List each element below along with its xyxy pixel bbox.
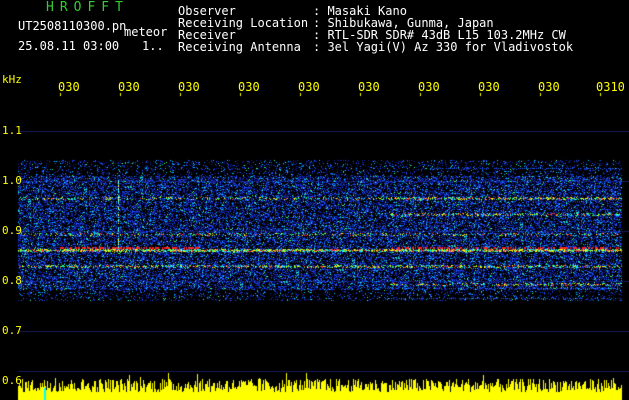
- file-name: UT2508110300.pn: [18, 19, 127, 33]
- meteor-label: meteor: [124, 25, 168, 39]
- time-tick-4: 030: [238, 80, 260, 94]
- antenna-value: : 3el Yagi(V) Az 330 for Vladivostok: [313, 40, 574, 54]
- time-tick-5: 030: [298, 80, 320, 94]
- time-tick-9: 030: [538, 80, 560, 94]
- time-tick-1: 030: [58, 80, 80, 94]
- unit-label: kHz: [2, 73, 22, 86]
- time-tick-8: 030: [478, 80, 500, 94]
- antenna-label: Receiving Antenna: [178, 40, 301, 54]
- time-tick-7: 030: [418, 80, 440, 94]
- brand-title: HROFFT: [46, 0, 129, 15]
- y-label-5: 0.7: [2, 324, 22, 337]
- time-tick-3: 030: [178, 80, 200, 94]
- y-label-4: 0.8: [2, 274, 22, 287]
- y-label-1: 1.1: [2, 124, 22, 137]
- count: 1..: [142, 39, 164, 53]
- y-label-2: 1.0: [2, 174, 22, 187]
- time-tick-10: 0310: [596, 80, 625, 94]
- spectrogram: [0, 0, 629, 400]
- datetime: 25.08.11 03:00: [18, 39, 120, 53]
- time-tick-2: 030: [118, 80, 140, 94]
- y-label-3: 0.9: [2, 224, 22, 237]
- y-label-6: 0.6: [2, 374, 22, 387]
- time-tick-6: 030: [358, 80, 380, 94]
